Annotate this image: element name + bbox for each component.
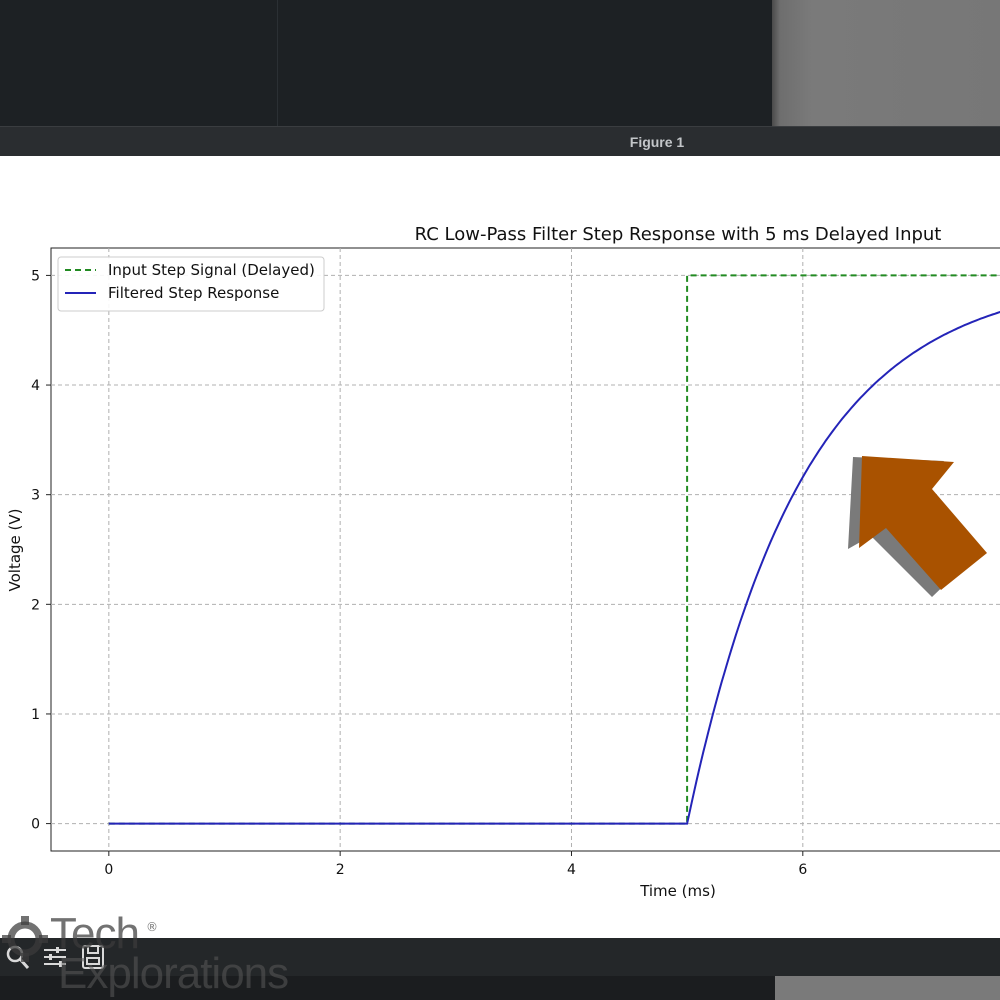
y-tick-label: 4 <box>31 378 40 394</box>
background-window-edge <box>772 0 1000 126</box>
y-tick-label: 2 <box>31 597 40 613</box>
editor-pane-divider <box>277 0 278 126</box>
zoom-icon[interactable] <box>2 942 32 972</box>
y-tick-label: 1 <box>31 707 40 723</box>
y-tick-label: 3 <box>31 488 40 504</box>
x-tick-label: 2 <box>336 862 345 878</box>
x-tick-label: 0 <box>104 862 113 878</box>
figure-toolbar <box>0 938 1000 976</box>
y-tick-label: 5 <box>31 268 40 284</box>
figure-canvas[interactable]: 0 2 4 6 0 1 2 3 4 5 RC Low-Pass Filter Step Respo… <box>0 156 1000 938</box>
legend: Input Step Signal (Delayed) Filtered Ste… <box>57 256 325 312</box>
save-icon[interactable] <box>78 942 108 972</box>
x-tick-label: 4 <box>567 862 576 878</box>
plot-frame <box>50 247 1000 852</box>
x-tick-label: 6 <box>798 862 807 878</box>
legend-label-filtered: Filtered Step Response <box>108 284 279 302</box>
background-window-edge-bottom <box>775 976 1000 1000</box>
legend-label-input: Input Step Signal (Delayed) <box>108 261 315 279</box>
window-title: Figure 1 <box>629 134 685 150</box>
x-axis-label: Time (ms) <box>639 882 716 900</box>
chart: 0 2 4 6 0 1 2 3 4 5 RC Low-Pass Filter Step Respo… <box>6 224 1000 900</box>
y-axis-label: Voltage (V) <box>6 509 24 592</box>
configure-subplots-icon[interactable] <box>40 942 70 972</box>
figure-window-titlebar[interactable]: Figure 1 <box>0 126 1000 156</box>
chart-title: RC Low-Pass Filter Step Response with 5 … <box>415 224 942 245</box>
y-tick-label: 0 <box>31 817 40 833</box>
